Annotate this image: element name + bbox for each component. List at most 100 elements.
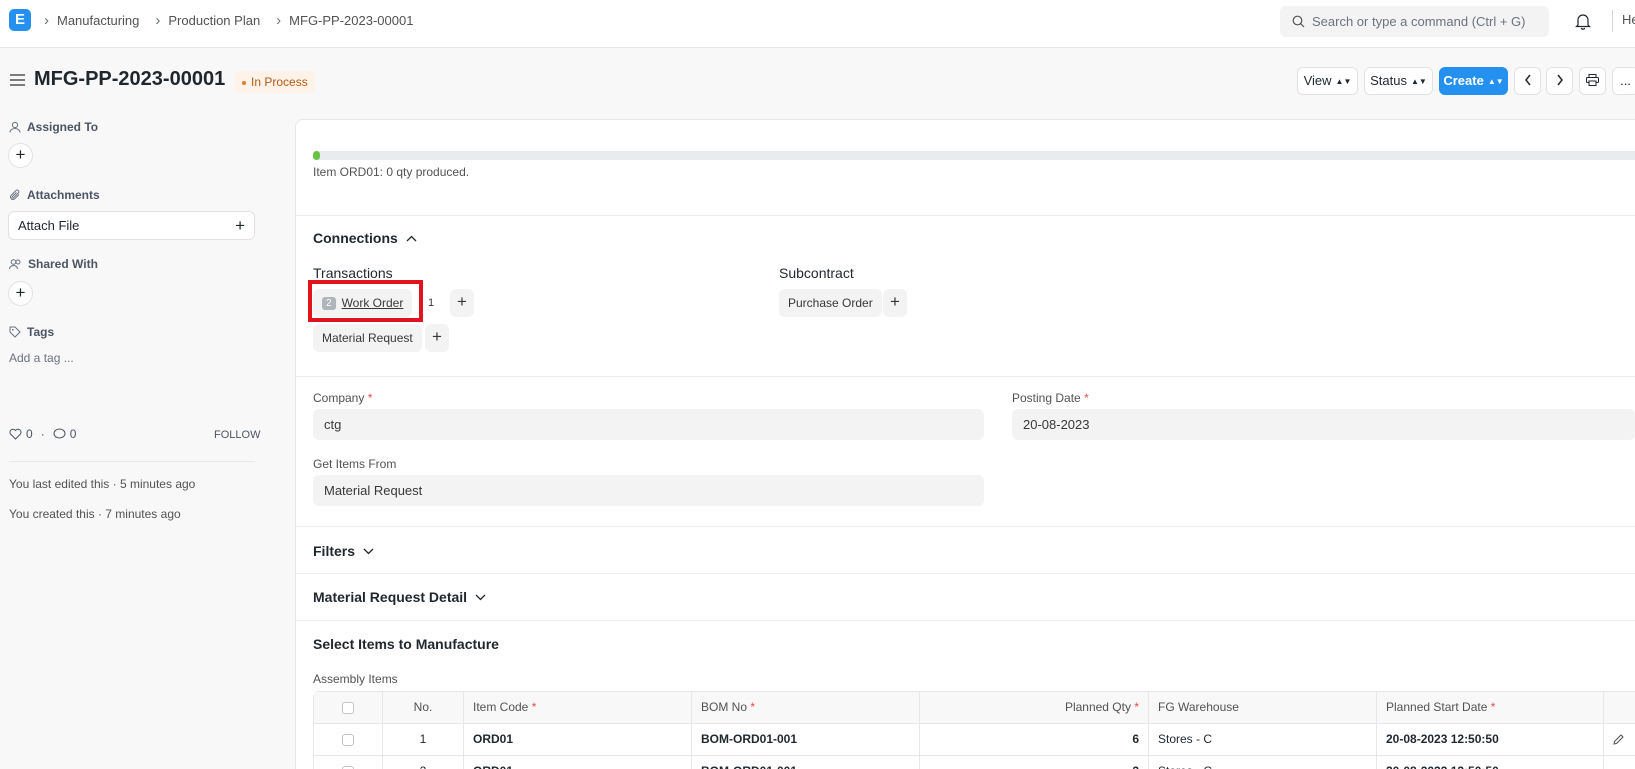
next-doc-button[interactable]: [1546, 67, 1573, 95]
app-logo[interactable]: E: [9, 9, 31, 31]
filters-section-toggle[interactable]: Filters: [313, 543, 374, 559]
add-work-order-button[interactable]: +: [450, 289, 474, 317]
chevron-up-icon: [406, 235, 417, 241]
add-share-button[interactable]: +: [8, 281, 33, 306]
assigned-to-text: Assigned To: [27, 120, 99, 134]
header-planned-qty-text: Planned Qty: [1064, 700, 1131, 714]
page-title: MFG-PP-2023-00001: [34, 68, 226, 90]
mr-detail-section-toggle[interactable]: Material Request Detail: [313, 589, 486, 605]
users-icon: [9, 259, 21, 270]
section-divider: [296, 215, 1635, 216]
row-planned-start[interactable]: 20-08-2023 12:50:50: [1377, 756, 1604, 769]
comment-icon[interactable]: [53, 428, 66, 440]
notification-bell-icon[interactable]: [1575, 12, 1591, 30]
row-planned-start[interactable]: 20-08-2023 12:50:50: [1377, 724, 1604, 755]
section-divider: [296, 376, 1635, 377]
row-select-cell: [314, 756, 383, 769]
add-purchase-order-button[interactable]: +: [883, 289, 907, 317]
form-card: [295, 119, 1635, 769]
edit-icon[interactable]: [1613, 734, 1624, 745]
connections-title: Connections: [313, 230, 398, 246]
status-badge: In Process: [235, 71, 315, 93]
purchase-order-link[interactable]: Purchase Order: [779, 289, 882, 317]
row-checkbox[interactable]: [342, 733, 354, 746]
assigned-to-label: Assigned To: [9, 120, 98, 134]
row-no: 2: [383, 756, 464, 769]
material-request-link[interactable]: Material Request: [313, 324, 422, 352]
row-fg-warehouse[interactable]: Stores - C: [1149, 756, 1377, 769]
print-button[interactable]: [1579, 67, 1606, 95]
posting-date-field[interactable]: 20-08-2023: [1012, 409, 1635, 440]
plus-icon: +: [235, 216, 245, 235]
updown-icon: ▲▼: [1487, 77, 1504, 86]
more-label: ...: [1620, 73, 1631, 88]
row-planned-qty[interactable]: 6: [920, 724, 1149, 755]
progress-text: Item ORD01: 0 qty produced.: [313, 165, 470, 179]
table-header-row: No. Item Code * BOM No * Planned Qty * F…: [314, 692, 1635, 724]
attach-file-button[interactable]: Attach File +: [8, 211, 255, 240]
section-divider: [296, 620, 1635, 621]
header-bom-no-text: BOM No: [701, 700, 748, 714]
navbar: E › Manufacturing › Production Plan › MF…: [0, 0, 1635, 48]
printer-icon: [1586, 74, 1599, 86]
attachments-text: Attachments: [27, 188, 100, 202]
row-fg-warehouse[interactable]: Stores - C: [1149, 724, 1377, 755]
row-planned-qty[interactable]: 2: [920, 756, 1149, 769]
chevron-down-icon: [475, 594, 486, 600]
material-request-label: Material Request: [322, 331, 413, 345]
sidebar-divider: [9, 461, 255, 462]
breadcrumb-current-doc[interactable]: MFG-PP-2023-00001: [289, 13, 413, 28]
header-planned-qty: Planned Qty *: [920, 692, 1149, 723]
company-field[interactable]: ctg: [313, 409, 984, 440]
section-divider: [296, 526, 1635, 527]
connections-section-toggle[interactable]: Connections: [313, 230, 417, 246]
add-tag-link[interactable]: Add a tag ...: [9, 351, 74, 365]
create-button[interactable]: Create ▲▼: [1439, 67, 1508, 95]
header-planned-start-text: Planned Start Date: [1386, 700, 1488, 714]
row-edit-cell: [1604, 724, 1635, 755]
header-item-code-text: Item Code: [473, 700, 529, 714]
purchase-order-label: Purchase Order: [788, 296, 873, 310]
work-order-extra-count: 1: [428, 297, 435, 309]
breadcrumb: › Manufacturing › Production Plan › MFG-…: [44, 12, 429, 29]
production-progress-bar: [313, 151, 1635, 160]
required-marker: *: [367, 391, 373, 405]
get-items-from-field[interactable]: Material Request: [313, 475, 984, 506]
sidebar-toggle-icon[interactable]: [10, 74, 25, 86]
row-select-cell: [314, 724, 383, 755]
status-button[interactable]: Status ▲▼: [1364, 67, 1433, 95]
follow-button[interactable]: FOLLOW: [214, 429, 260, 441]
updown-icon: ▲▼: [1335, 77, 1352, 86]
previous-doc-button[interactable]: [1514, 67, 1541, 95]
subcontract-title: Subcontract: [779, 265, 854, 281]
assembly-items-label: Assembly Items: [313, 672, 398, 686]
chevron-left-icon: [1524, 74, 1531, 86]
add-material-request-button[interactable]: +: [425, 324, 449, 352]
more-actions-button[interactable]: ...: [1612, 67, 1635, 95]
heart-icon[interactable]: [9, 428, 22, 440]
required-marker: *: [750, 700, 756, 714]
row-edit-cell: [1604, 756, 1635, 769]
add-assignee-button[interactable]: +: [8, 143, 33, 168]
select-all-cell: [314, 692, 383, 723]
dot-separator: ·: [40, 427, 45, 441]
search-input[interactable]: Search or type a command (Ctrl + G): [1280, 6, 1549, 37]
row-item-code[interactable]: ORD01: [464, 756, 692, 769]
row-bom-no[interactable]: BOM-ORD01-001: [692, 756, 920, 769]
chevron-right-icon: [1556, 74, 1563, 86]
shared-with-label: Shared With: [9, 257, 98, 271]
table-row[interactable]: 1 ORD01 BOM-ORD01-001 6 Stores - C 20-08…: [314, 724, 1635, 756]
view-button[interactable]: View ▲▼: [1297, 67, 1358, 95]
row-bom-no[interactable]: BOM-ORD01-001: [692, 724, 920, 755]
row-item-code[interactable]: ORD01: [464, 724, 692, 755]
table-row[interactable]: 2 ORD01 BOM-ORD01-001 2 Stores - C 20-08…: [314, 756, 1635, 769]
help-menu[interactable]: He: [1622, 12, 1635, 27]
breadcrumb-production-plan[interactable]: Production Plan: [168, 13, 260, 28]
company-label: Company *: [313, 391, 372, 405]
select-all-checkbox[interactable]: [342, 701, 354, 714]
posting-date-label: Posting Date *: [1012, 391, 1089, 405]
search-placeholder: Search or type a command (Ctrl + G): [1312, 14, 1526, 29]
breadcrumb-manufacturing[interactable]: Manufacturing: [57, 13, 139, 28]
paperclip-icon: [10, 189, 20, 200]
header-planned-start: Planned Start Date *: [1377, 692, 1604, 723]
